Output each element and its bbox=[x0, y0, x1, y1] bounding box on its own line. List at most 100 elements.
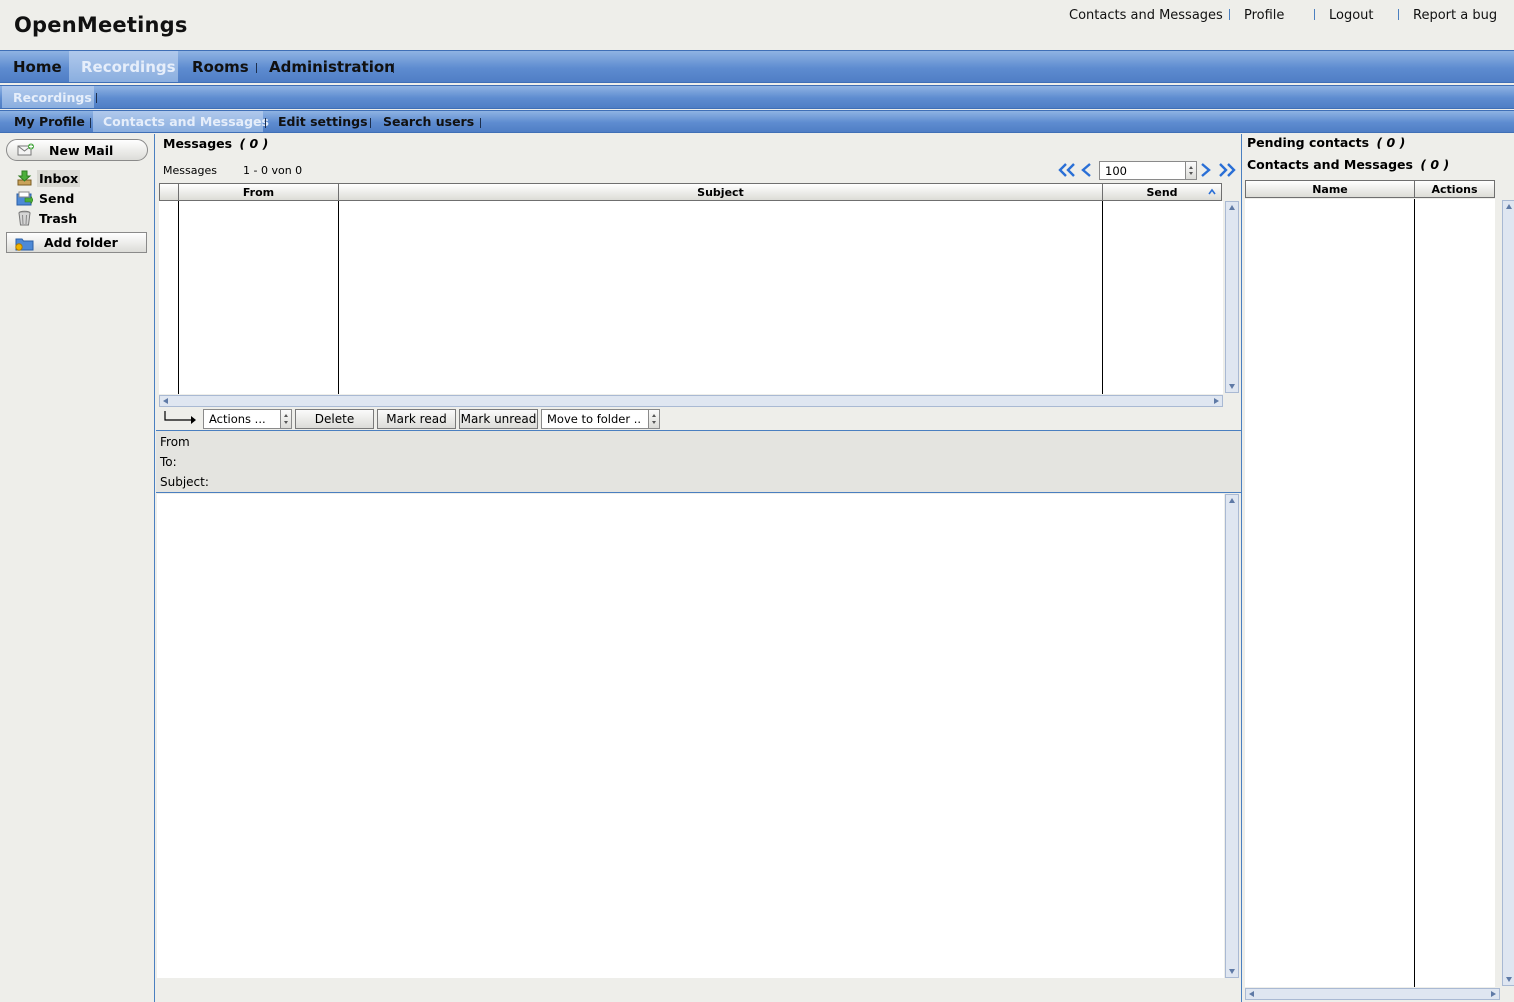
scroll-right-icon[interactable] bbox=[1214, 398, 1219, 404]
messages-table bbox=[159, 201, 1223, 394]
send-column-label: Send bbox=[1146, 185, 1178, 199]
spinner-icon[interactable] bbox=[280, 410, 291, 428]
move-to-folder-select[interactable]: Move to folder .. bbox=[541, 409, 660, 429]
actions-select-value: Actions ... bbox=[209, 412, 266, 426]
separator bbox=[96, 93, 97, 103]
column-divider bbox=[178, 201, 179, 394]
scroll-down-icon[interactable] bbox=[1229, 384, 1235, 389]
messages-title: Messages ( 0 ) bbox=[163, 136, 268, 151]
messages-range: 1 - 0 von 0 bbox=[243, 164, 303, 177]
logout-link[interactable]: Logout bbox=[1329, 8, 1374, 23]
column-divider bbox=[338, 201, 339, 394]
scroll-up-icon[interactable] bbox=[1229, 205, 1235, 210]
add-folder-label: Add folder bbox=[44, 235, 118, 250]
folder-trash[interactable]: Trash bbox=[16, 209, 79, 227]
move-to-folder-value: Move to folder .. bbox=[547, 412, 642, 426]
page-size-select[interactable]: 100 bbox=[1099, 161, 1197, 180]
actions-select[interactable]: Actions ... bbox=[203, 409, 292, 429]
contacts-count: ( 0 ) bbox=[1420, 157, 1450, 172]
nav-home[interactable]: Home bbox=[3, 51, 67, 82]
previous-page-icon[interactable] bbox=[1080, 162, 1092, 178]
detail-to-label: To: bbox=[160, 455, 177, 469]
selection-arrow-icon bbox=[164, 411, 196, 424]
folder-trash-label: Trash bbox=[39, 210, 78, 226]
folder-sidebar: New Mail Inbox Send Trash Add folder bbox=[0, 134, 155, 1002]
new-mail-icon bbox=[17, 143, 34, 156]
tab-edit-settings[interactable]: Edit settings bbox=[278, 111, 368, 132]
scroll-down-icon[interactable] bbox=[1506, 977, 1512, 982]
delete-button[interactable]: Delete bbox=[295, 409, 374, 429]
contacts-table bbox=[1245, 199, 1495, 987]
messages-title-text: Messages bbox=[163, 136, 233, 151]
main-nav: Home Recordings Rooms Administration bbox=[0, 50, 1514, 83]
sub-nav: Recordings bbox=[0, 85, 1514, 109]
messages-vertical-scrollbar[interactable] bbox=[1225, 201, 1239, 393]
new-mail-button[interactable]: New Mail bbox=[6, 139, 148, 161]
page-size-value: 100 bbox=[1105, 163, 1127, 178]
folder-send-label: Send bbox=[39, 190, 75, 206]
subject-column-header[interactable]: Subject bbox=[338, 183, 1103, 201]
add-folder-button[interactable]: Add folder bbox=[6, 232, 147, 253]
nav-recordings[interactable]: Recordings bbox=[69, 51, 178, 82]
scroll-up-icon[interactable] bbox=[1229, 498, 1235, 503]
detail-subject-label: Subject: bbox=[160, 475, 209, 489]
contacts-horizontal-scrollbar[interactable] bbox=[1245, 988, 1500, 1000]
send-icon bbox=[16, 191, 33, 206]
separator bbox=[480, 118, 481, 128]
actions-column-header[interactable]: Actions bbox=[1414, 180, 1495, 198]
pending-contacts-count: ( 0 ) bbox=[1376, 135, 1406, 150]
app-logo: OpenMeetings bbox=[14, 13, 188, 37]
report-bug-link[interactable]: Report a bug bbox=[1413, 8, 1497, 23]
folder-send[interactable]: Send bbox=[16, 189, 76, 207]
contacts-title: Contacts and Messages ( 0 ) bbox=[1247, 157, 1449, 172]
separator bbox=[1229, 9, 1230, 20]
message-detail-header: From To: Subject: bbox=[156, 430, 1241, 493]
sort-ascending-icon bbox=[1208, 188, 1216, 195]
messages-horizontal-scrollbar[interactable] bbox=[159, 395, 1223, 407]
nav-administration[interactable]: Administration bbox=[269, 51, 395, 82]
new-mail-label: New Mail bbox=[49, 142, 114, 158]
folder-inbox-label: Inbox bbox=[37, 169, 81, 187]
messages-list-label: Messages bbox=[163, 164, 217, 177]
scroll-down-icon[interactable] bbox=[1229, 969, 1235, 974]
separator bbox=[256, 63, 257, 73]
column-divider bbox=[1102, 201, 1103, 394]
contacts-and-messages-link[interactable]: Contacts and Messages bbox=[1069, 8, 1223, 23]
name-column-header[interactable]: Name bbox=[1245, 180, 1415, 198]
first-page-icon[interactable] bbox=[1058, 162, 1076, 178]
tab-my-profile[interactable]: My Profile bbox=[14, 111, 85, 132]
nav-rooms[interactable]: Rooms bbox=[192, 51, 249, 82]
separator bbox=[393, 63, 394, 73]
scroll-right-icon[interactable] bbox=[1491, 991, 1496, 997]
subnav-recordings[interactable]: Recordings bbox=[2, 86, 94, 108]
profile-tabs: My Profile Contacts and Messages Edit se… bbox=[0, 110, 1514, 133]
last-page-icon[interactable] bbox=[1218, 162, 1236, 178]
pending-contacts-title: Pending contacts ( 0 ) bbox=[1247, 135, 1405, 150]
inbox-icon bbox=[17, 170, 32, 186]
folder-inbox[interactable]: Inbox bbox=[16, 169, 81, 187]
mark-unread-button[interactable]: Mark unread bbox=[459, 409, 538, 429]
scroll-left-icon[interactable] bbox=[1249, 991, 1254, 997]
contacts-vertical-scrollbar[interactable] bbox=[1502, 200, 1514, 986]
scroll-up-icon[interactable] bbox=[1506, 204, 1512, 209]
select-column-header[interactable] bbox=[159, 183, 179, 201]
column-divider bbox=[1414, 199, 1415, 987]
send-column-header[interactable]: Send bbox=[1102, 183, 1222, 201]
message-body[interactable] bbox=[157, 494, 1224, 978]
separator bbox=[1314, 9, 1315, 20]
spinner-icon[interactable] bbox=[648, 410, 659, 428]
app-header: OpenMeetings Contacts and Messages Profi… bbox=[0, 0, 1514, 50]
tab-contacts-and-messages[interactable]: Contacts and Messages bbox=[93, 111, 269, 132]
add-folder-icon bbox=[15, 238, 34, 251]
message-body-scrollbar[interactable] bbox=[1225, 494, 1239, 978]
mark-read-button[interactable]: Mark read bbox=[377, 409, 456, 429]
scroll-left-icon[interactable] bbox=[163, 398, 168, 404]
spinner-icon[interactable] bbox=[1185, 162, 1196, 179]
separator bbox=[265, 118, 266, 128]
trash-icon bbox=[18, 210, 31, 226]
next-page-icon[interactable] bbox=[1200, 162, 1212, 178]
tab-search-users[interactable]: Search users bbox=[383, 111, 474, 132]
contacts-panel: Pending contacts ( 0 ) Contacts and Mess… bbox=[1241, 134, 1514, 1002]
profile-link[interactable]: Profile bbox=[1244, 8, 1284, 23]
from-column-header[interactable]: From bbox=[178, 183, 339, 201]
